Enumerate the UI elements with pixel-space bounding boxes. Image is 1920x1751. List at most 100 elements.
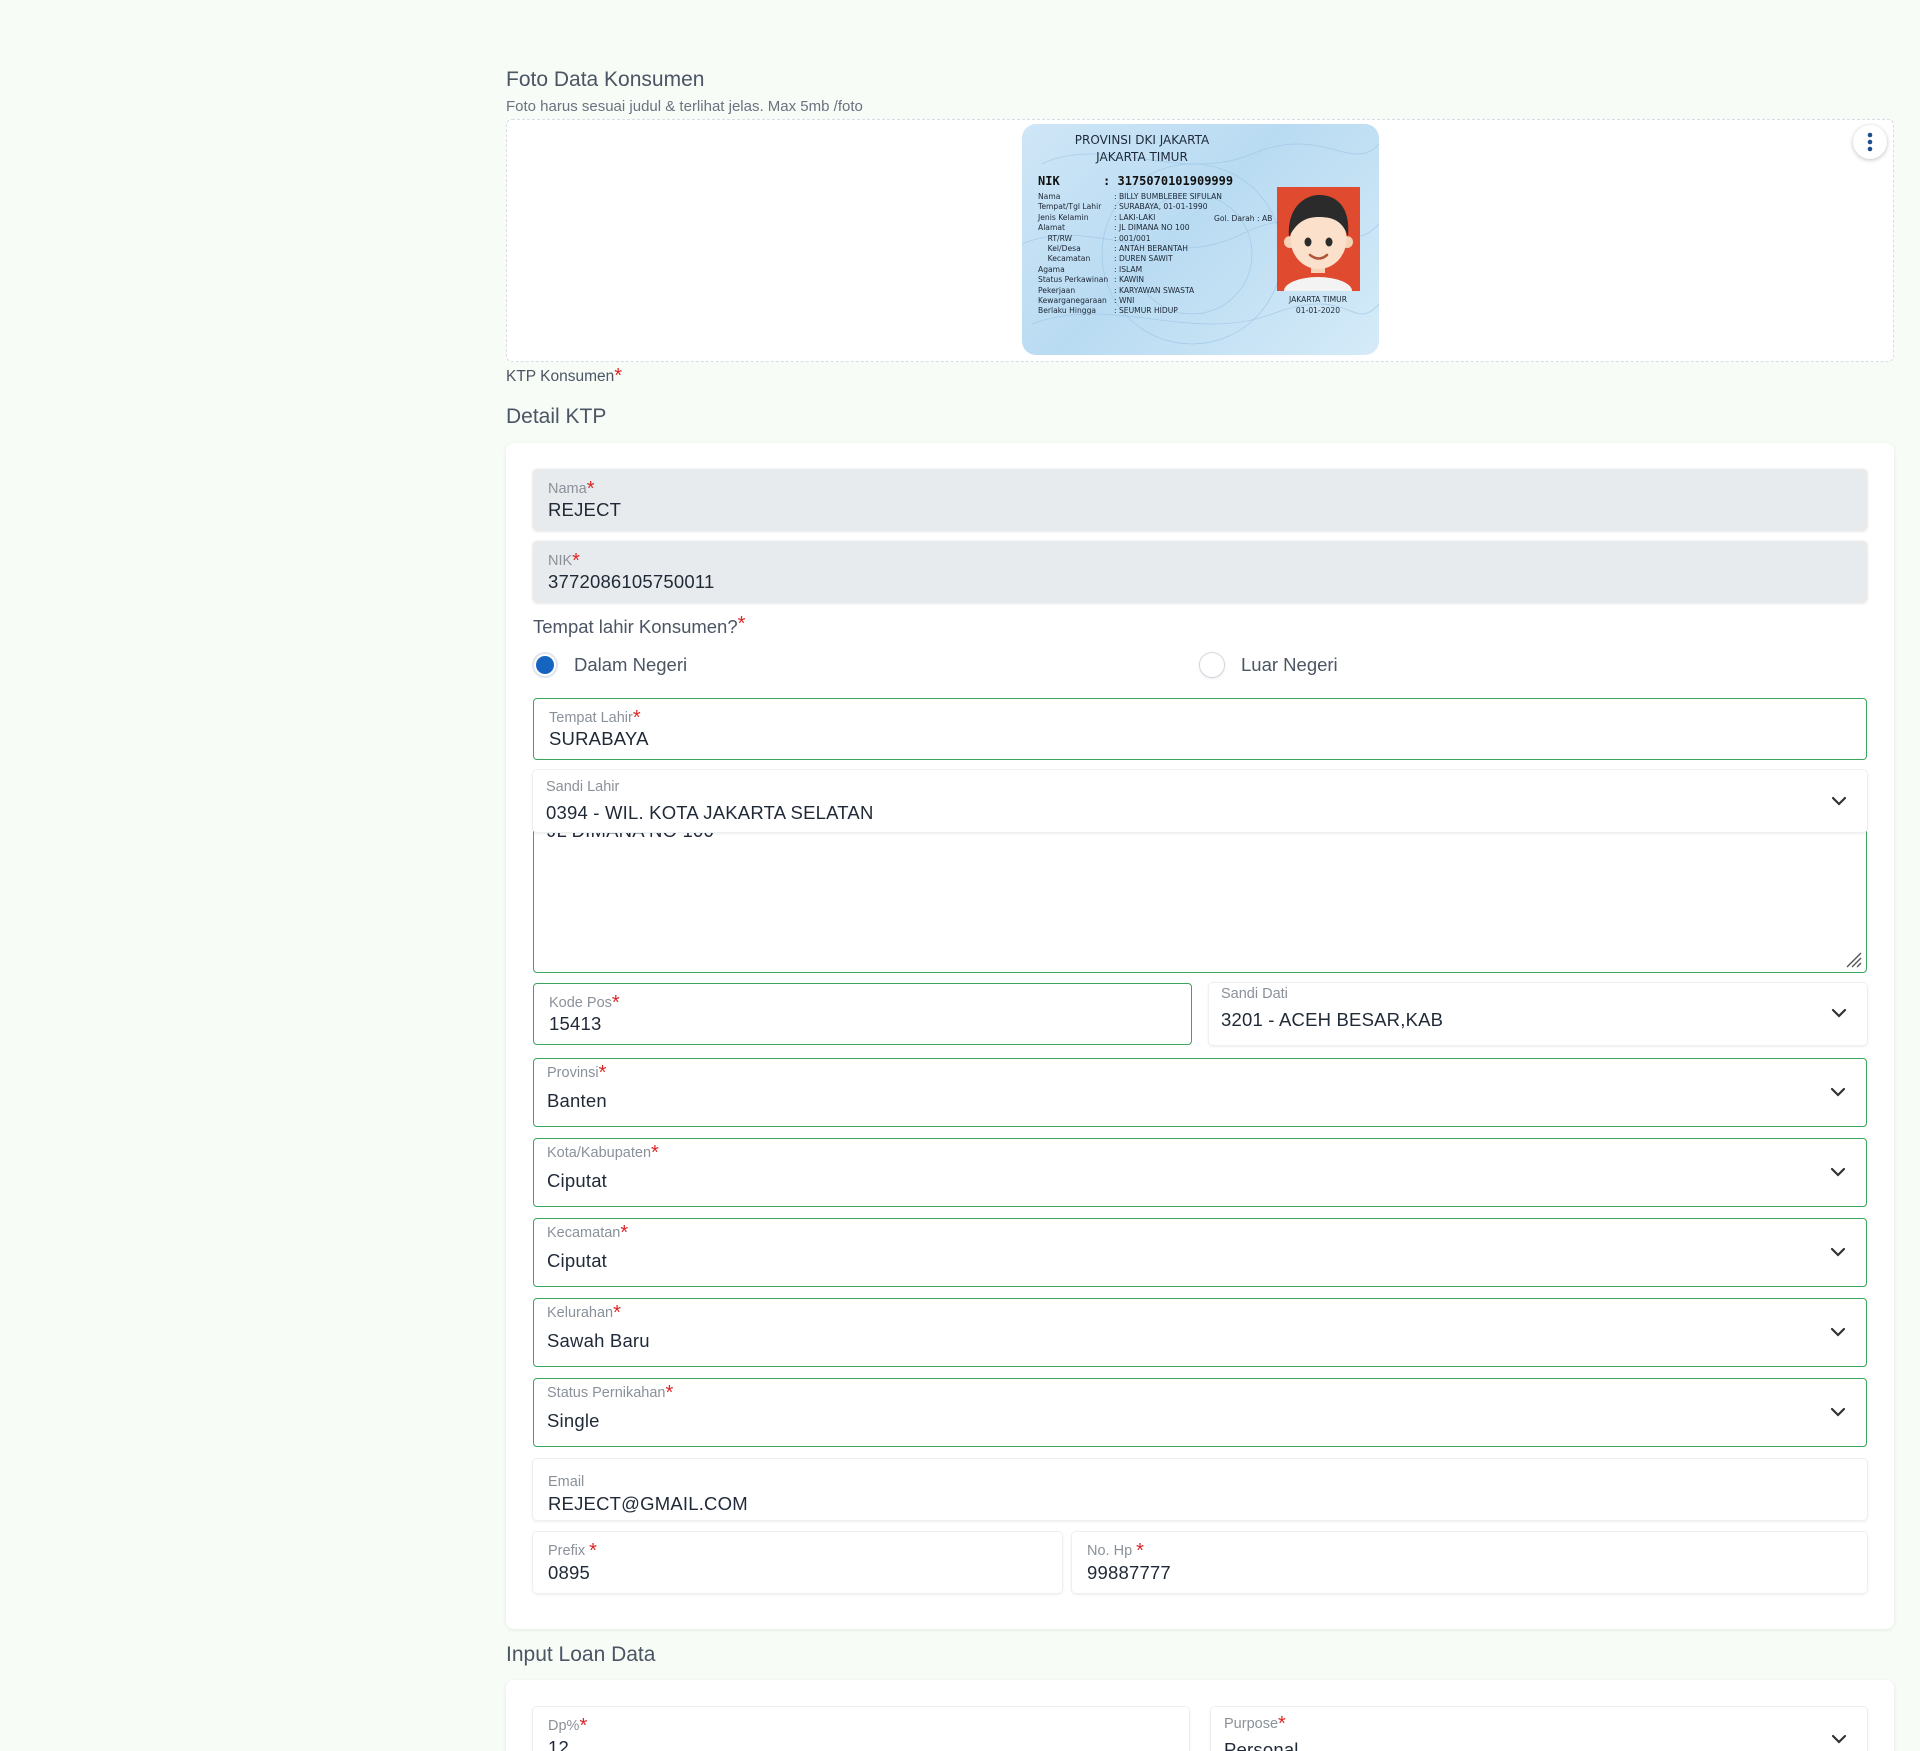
kota-label-text: Kota/Kabupaten — [547, 1145, 652, 1161]
sandi-lahir-label: Sandi Lahir — [546, 779, 620, 795]
radio-selected-icon[interactable] — [532, 652, 558, 678]
ktp-row: Alamat : JL DIMANA NO 100 — [1038, 223, 1222, 233]
prefix-field[interactable]: Prefix * 0895 — [533, 1532, 1062, 1593]
prefix-label-text: Prefix — [548, 1543, 590, 1559]
resize-handle-icon[interactable] — [1843, 949, 1863, 969]
ktp-row-key: RT/RW — [1038, 233, 1073, 243]
nik-value: 3772086105750011 — [548, 571, 715, 592]
required-marker: * — [572, 550, 580, 572]
more-vertical-icon — [1867, 132, 1873, 152]
ktp-row-value: : BILLY BUMBLEBEE SIFULAN — [1114, 192, 1222, 201]
kecamatan-label-text: Kecamatan — [547, 1225, 621, 1241]
required-marker: * — [586, 478, 595, 500]
kecamatan-label: Kecamatan* — [547, 1222, 629, 1245]
required-marker: * — [737, 613, 746, 635]
kota-label: Kota/Kabupaten* — [547, 1143, 659, 1165]
ktp-row-key: Kel/Desa — [1038, 244, 1081, 254]
no-hp-field[interactable]: No. Hp * 99887777 — [1072, 1532, 1867, 1593]
required-marker: * — [611, 992, 620, 1014]
nama-value: REJECT — [548, 499, 622, 520]
required-marker: * — [665, 1382, 674, 1404]
ktp-issued: JAKARTA TIMUR 01-01-2020 — [1264, 294, 1372, 316]
ktp-nik: NIK : 3175070101909999 — [1038, 174, 1233, 188]
no-hp-label-text: No. Hp — [1087, 1543, 1137, 1559]
tempat-lahir-field[interactable]: Tempat Lahir* SURABAYA — [533, 698, 1867, 760]
email-field[interactable]: Email REJECT@GMAIL.COM — [533, 1459, 1867, 1520]
ktp-caption-text: KTP Konsumen — [506, 368, 615, 385]
sandi-dati-select[interactable]: Sandi Dati 3201 - ACEH BESAR,KAB — [1209, 983, 1867, 1045]
ktp-row: Pekerjaan: KARYAWAN SWASTA — [1038, 286, 1222, 296]
nama-label-text: Nama — [548, 481, 587, 497]
purpose-select[interactable]: Purpose* Personal — [1211, 1707, 1867, 1751]
sandi-dati-value: 3201 - ACEH BESAR,KAB — [1221, 1009, 1444, 1030]
ktp-row: Nama: BILLY BUMBLEBEE SIFULAN — [1038, 192, 1222, 202]
ktp-row-key: Status Perkawinan — [1038, 275, 1109, 285]
ktp-issued-date: 01-01-2020 — [1295, 306, 1341, 315]
ktp-row-value: : ISLAM — [1114, 264, 1143, 274]
ktp-nik-value: : 3175070101909999 — [1103, 174, 1234, 188]
provinsi-value: Banten — [547, 1090, 607, 1111]
tempat-lahir-label: Tempat Lahir* — [549, 707, 641, 730]
no-hp-value: 99887777 — [1087, 1562, 1171, 1583]
nama-field[interactable]: Nama* REJECT — [533, 469, 1867, 530]
ktp-row: Kewarganegaraan: WNI — [1038, 296, 1222, 306]
status-pernikahan-label: Status Pernikahan* — [547, 1382, 674, 1405]
ktp-row-value: : 001/001 — [1114, 233, 1151, 243]
ktp-row: RT/RW : 001/001 — [1038, 234, 1222, 244]
kode-pos-label: Kode Pos* — [549, 992, 620, 1015]
email-label: Email — [548, 1474, 585, 1490]
status-pernikahan-select[interactable]: Status Pernikahan* Single — [533, 1378, 1867, 1447]
kelurahan-label: Kelurahan* — [547, 1303, 621, 1325]
required-marker: * — [632, 707, 641, 729]
prefix-label: Prefix * — [548, 1540, 597, 1563]
ktp-row: Agama: ISLAM — [1038, 265, 1222, 275]
ktp-row-value: : SURABAYA, 01-01-1990 — [1114, 202, 1208, 212]
sandi-dati-label: Sandi Dati — [1221, 986, 1288, 1002]
kode-pos-label-text: Kode Pos — [549, 995, 612, 1011]
radio-luar-negeri[interactable]: Luar Negeri — [1199, 652, 1338, 678]
ktp-row-value: : DUREN SAWIT — [1114, 254, 1173, 264]
chevron-down-icon — [1831, 796, 1847, 806]
no-hp-label: No. Hp * — [1087, 1541, 1144, 1563]
kecamatan-value: Ciputat — [547, 1250, 608, 1271]
ktp-row-key: Tempat/Tgl Lahir — [1038, 202, 1102, 212]
purpose-value: Personal — [1224, 1739, 1299, 1751]
ktp-row-value: : SEUMUR HIDUP — [1114, 306, 1178, 316]
ktp-header: PROVINSI DKI JAKARTA JAKARTA TIMUR — [1022, 132, 1262, 166]
kecamatan-select[interactable]: Kecamatan* Ciputat — [533, 1218, 1867, 1287]
sandi-lahir-select[interactable]: Sandi Lahir 0394 - WIL. KOTA JAKARTA SEL… — [533, 770, 1867, 832]
required-marker: * — [620, 1222, 629, 1244]
ktp-image: PROVINSI DKI JAKARTA JAKARTA TIMUR NIK :… — [1022, 124, 1379, 355]
kelurahan-select[interactable]: Kelurahan* Sawah Baru — [533, 1298, 1867, 1367]
ktp-caption: KTP Konsumen* — [506, 366, 622, 388]
purpose-label-text: Purpose — [1224, 1716, 1279, 1732]
chevron-down-icon — [1830, 1327, 1846, 1337]
dp-value: 12 — [548, 1737, 569, 1751]
required-marker: * — [1278, 1713, 1286, 1735]
kode-pos-field[interactable]: Kode Pos* 15413 — [533, 983, 1192, 1045]
ktp-row: Kecamatan: DUREN SAWIT — [1038, 254, 1222, 264]
ktp-row-key: Berlaku Hingga — [1038, 306, 1097, 316]
dp-label-text: Dp% — [548, 1718, 580, 1734]
radio-dalam-negeri[interactable]: Dalam Negeri — [532, 652, 687, 678]
photo-options-button[interactable] — [1853, 125, 1887, 159]
radio-unselected-icon[interactable] — [1199, 652, 1225, 678]
nama-label: Nama* — [548, 478, 595, 501]
ktp-province: PROVINSI DKI JAKARTA — [1074, 133, 1210, 147]
kode-pos-value: 15413 — [549, 1013, 602, 1034]
provinsi-select[interactable]: Provinsi* Banten — [533, 1058, 1867, 1127]
ktp-city: JAKARTA TIMUR — [1096, 150, 1188, 164]
status-pernikahan-value: Single — [547, 1410, 600, 1431]
provinsi-label: Provinsi* — [547, 1063, 606, 1085]
nik-field[interactable]: NIK* 3772086105750011 — [533, 541, 1867, 602]
sandi-lahir-value: 0394 - WIL. KOTA JAKARTA SELATAN — [546, 802, 874, 823]
ktp-row-value: : ANTAH BERANTAH — [1114, 244, 1189, 254]
kelurahan-label-text: Kelurahan — [547, 1305, 614, 1321]
ktp-row-key: Kewarganegaraan — [1038, 296, 1107, 306]
required-marker: * — [589, 1540, 597, 1562]
dp-field[interactable]: Dp%* 12 — [533, 1707, 1189, 1751]
ktp-row-key: Alamat — [1038, 223, 1065, 233]
kota-select[interactable]: Kota/Kabupaten* Ciputat — [533, 1138, 1867, 1207]
ktp-row-value: : JL DIMANA NO 100 — [1114, 223, 1190, 233]
chevron-down-icon — [1830, 1167, 1846, 1177]
